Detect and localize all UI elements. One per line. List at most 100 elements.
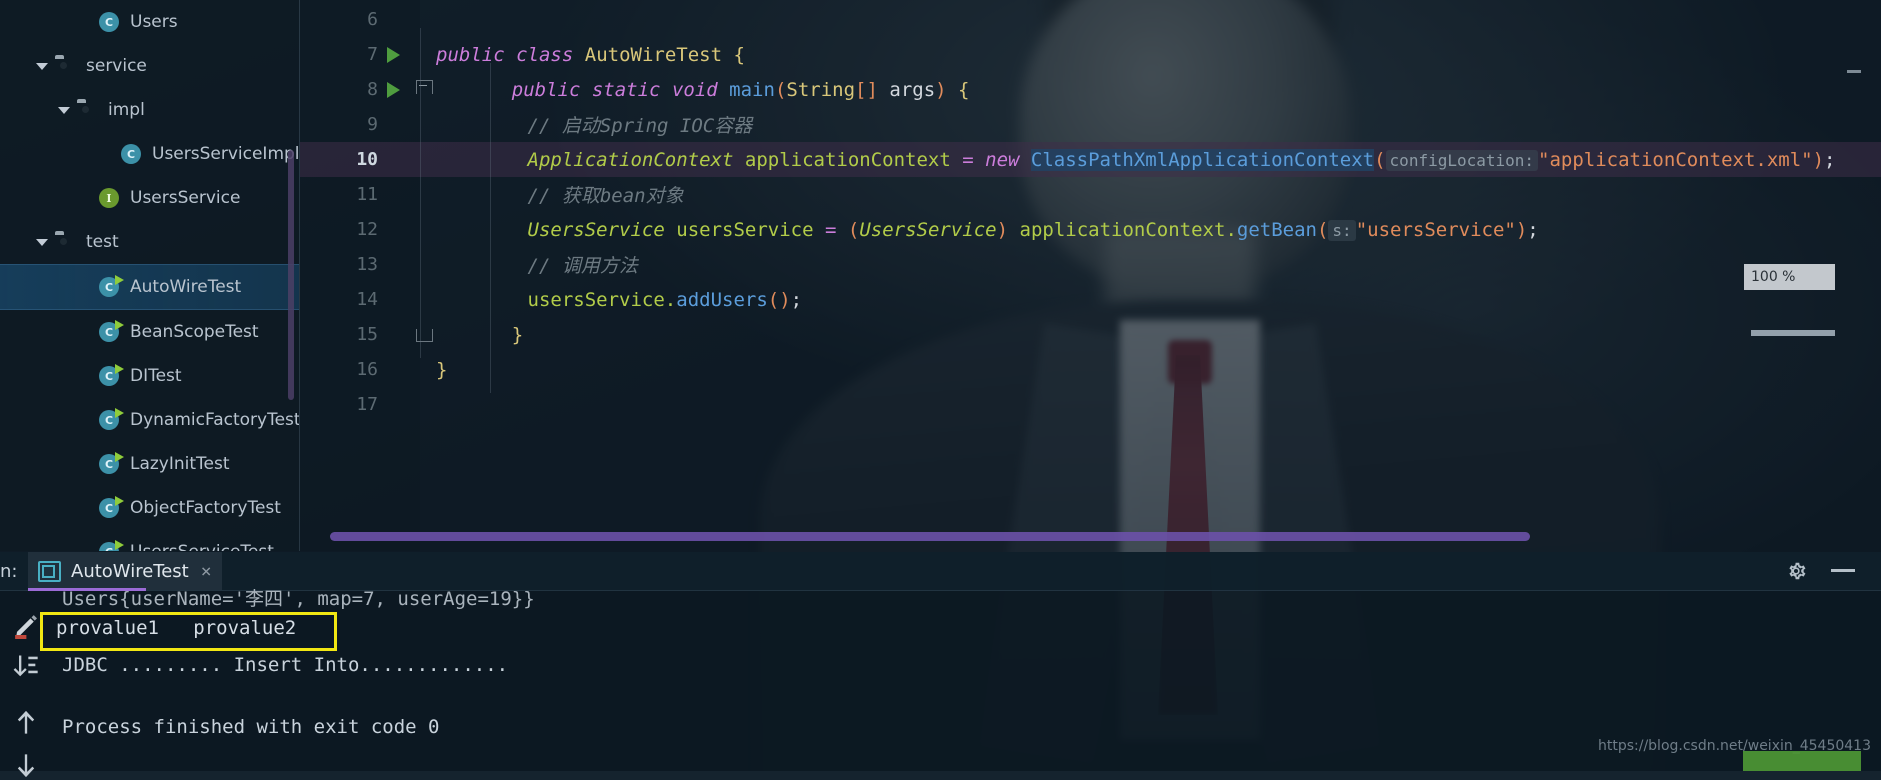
project-tool-window[interactable]: C Users service impl C UsersServiceImpl I Users… <box>0 0 299 551</box>
expand-arrow-icon[interactable] <box>58 104 71 117</box>
code-token: = <box>824 218 837 241</box>
code-line-17[interactable]: 17 <box>300 387 1881 422</box>
code-line-9[interactable]: 9 // 启动Spring IOC容器 <box>300 107 1881 142</box>
code-token: ( <box>1374 148 1386 171</box>
gutter-marker <box>378 387 420 422</box>
tree-item-ditest[interactable]: C DITest <box>0 354 299 398</box>
code-token: void <box>671 78 718 101</box>
code-line-8[interactable]: 8 public static void main(String[] args)… <box>300 72 1881 107</box>
run-gutter-icon[interactable] <box>387 47 400 63</box>
run-window-label: n: <box>0 561 18 582</box>
code-text[interactable]: public static void main(String[] args) { <box>450 79 1881 101</box>
tree-item-dynamicfactorytest[interactable]: C DynamicFactoryTest <box>0 398 299 442</box>
expand-arrow-icon[interactable] <box>36 236 49 249</box>
editor-marker-stripe[interactable] <box>1751 330 1835 336</box>
parameter-hint: configLocation: <box>1385 149 1539 171</box>
gutter-marker[interactable] <box>378 37 420 72</box>
editor-marker-small[interactable] <box>1847 70 1861 73</box>
code-token: main <box>729 78 775 101</box>
run-play-badge-icon <box>115 320 124 330</box>
code-token: // 获取bean对象 <box>527 185 684 207</box>
code-token: UsersService <box>859 218 997 241</box>
run-play-badge-icon <box>115 496 124 506</box>
code-line-14[interactable]: 14 usersService.addUsers(); <box>300 282 1881 317</box>
tree-item-impl[interactable]: impl <box>0 88 299 132</box>
project-tree-scrollbar[interactable] <box>288 150 294 400</box>
up-arrow-icon[interactable] <box>12 708 40 736</box>
code-line-11[interactable]: 11 // 获取bean对象 <box>300 177 1881 212</box>
tree-item-users[interactable]: C Users <box>0 0 299 44</box>
folder-icon <box>55 55 77 77</box>
code-text[interactable]: // 获取bean对象 <box>420 181 1881 208</box>
folder-icon <box>77 99 99 121</box>
code-line-7[interactable]: 7 public class AutoWireTest { <box>300 37 1881 72</box>
tree-item-test[interactable]: test <box>0 220 299 264</box>
code-text[interactable]: // 调用方法 <box>420 251 1881 278</box>
code-line-15[interactable]: 15 } <box>300 317 1881 352</box>
gear-icon[interactable] <box>1785 560 1807 582</box>
close-icon[interactable]: × <box>201 561 212 582</box>
code-line-10[interactable]: 10 ApplicationContext applicationContext… <box>300 142 1881 177</box>
scroll-to-end-icon[interactable] <box>12 652 40 680</box>
tree-item-objectfactorytest[interactable]: C ObjectFactoryTest <box>0 486 299 530</box>
console-output[interactable]: Users{userName='李四', map=7, userAge=19}}… <box>0 588 1881 778</box>
tree-item-lazyinittest[interactable]: C LazyInitTest <box>0 442 299 486</box>
code-line-13[interactable]: 13 // 调用方法 <box>300 247 1881 282</box>
tree-item-usersservicetest[interactable]: C UsersServiceTest <box>0 530 299 551</box>
code-fold-icon[interactable] <box>416 80 433 99</box>
code-line-12[interactable]: 12 UsersService usersService = (UsersSer… <box>300 212 1881 247</box>
console-clipped-line: Users{userName='李四', map=7, userAge=19}} <box>62 588 535 610</box>
code-token: { <box>958 78 970 101</box>
run-tool-window[interactable]: n: AutoWireTest × Users{userName='李四', m… <box>0 552 1881 778</box>
expand-arrow-icon[interactable] <box>36 60 49 73</box>
gutter-marker[interactable] <box>378 317 450 352</box>
code-text[interactable]: } <box>420 359 1881 381</box>
soft-wrap-pencil-icon[interactable] <box>12 610 42 640</box>
tree-item-usersserviceimpl[interactable]: C UsersServiceImpl <box>0 132 299 176</box>
gutter-marker <box>378 107 420 142</box>
code-fold-end-icon[interactable] <box>416 326 433 342</box>
tree-item-label: BeanScopeTest <box>130 322 259 342</box>
code-token: () <box>767 288 791 311</box>
gutter-marker <box>378 282 420 317</box>
code-token: ( <box>774 78 787 101</box>
code-token: = <box>962 148 974 171</box>
code-line-16[interactable]: 16} <box>300 352 1881 387</box>
tree-item-service[interactable]: service <box>0 44 299 88</box>
gutter-marker <box>378 177 420 212</box>
code-text[interactable]: UsersService usersService = (UsersServic… <box>420 219 1881 241</box>
line-number: 9 <box>367 114 378 135</box>
tree-item-label: UsersService <box>130 188 241 208</box>
minimize-icon[interactable] <box>1831 569 1855 572</box>
gutter-marker[interactable] <box>378 72 450 107</box>
tree-item-beanscopetest[interactable]: C BeanScopeTest <box>0 310 299 354</box>
code-token: class <box>516 43 574 66</box>
run-gutter-icon[interactable] <box>387 82 400 98</box>
code-selection: ClassPathXmlApplicationContext <box>1030 148 1375 171</box>
line-number: 15 <box>356 324 378 345</box>
code-line-6[interactable]: 6 <box>300 2 1881 37</box>
down-arrow-icon[interactable] <box>12 752 40 780</box>
code-token: ( <box>847 218 860 241</box>
code-token: ) <box>996 218 1009 241</box>
tree-item-usersservice[interactable]: I UsersService <box>0 176 299 220</box>
project-tree[interactable]: C Users service impl C UsersServiceImpl I Users… <box>0 0 299 551</box>
highlighted-output-text: provalue1 provalue2 <box>56 617 297 639</box>
code-text[interactable]: public class AutoWireTest { <box>420 44 1881 66</box>
code-text[interactable]: ApplicationContext applicationContext = … <box>420 148 1881 171</box>
editor-horizontal-scrollbar[interactable] <box>330 532 1530 541</box>
runnable-class-icon: C <box>99 320 124 343</box>
tree-item-label: impl <box>108 100 145 120</box>
tree-item-label: test <box>86 232 119 252</box>
code-text[interactable]: // 启动Spring IOC容器 <box>420 111 1881 138</box>
code-text[interactable]: } <box>450 324 1881 346</box>
tree-item-autowiretest[interactable]: C AutoWireTest <box>0 264 299 310</box>
code-token: [] <box>855 78 878 101</box>
code-text[interactable]: usersService.addUsers(); <box>420 289 1881 311</box>
code-editor[interactable]: 6 7 public class AutoWireTest {8 public st… <box>300 0 1881 551</box>
